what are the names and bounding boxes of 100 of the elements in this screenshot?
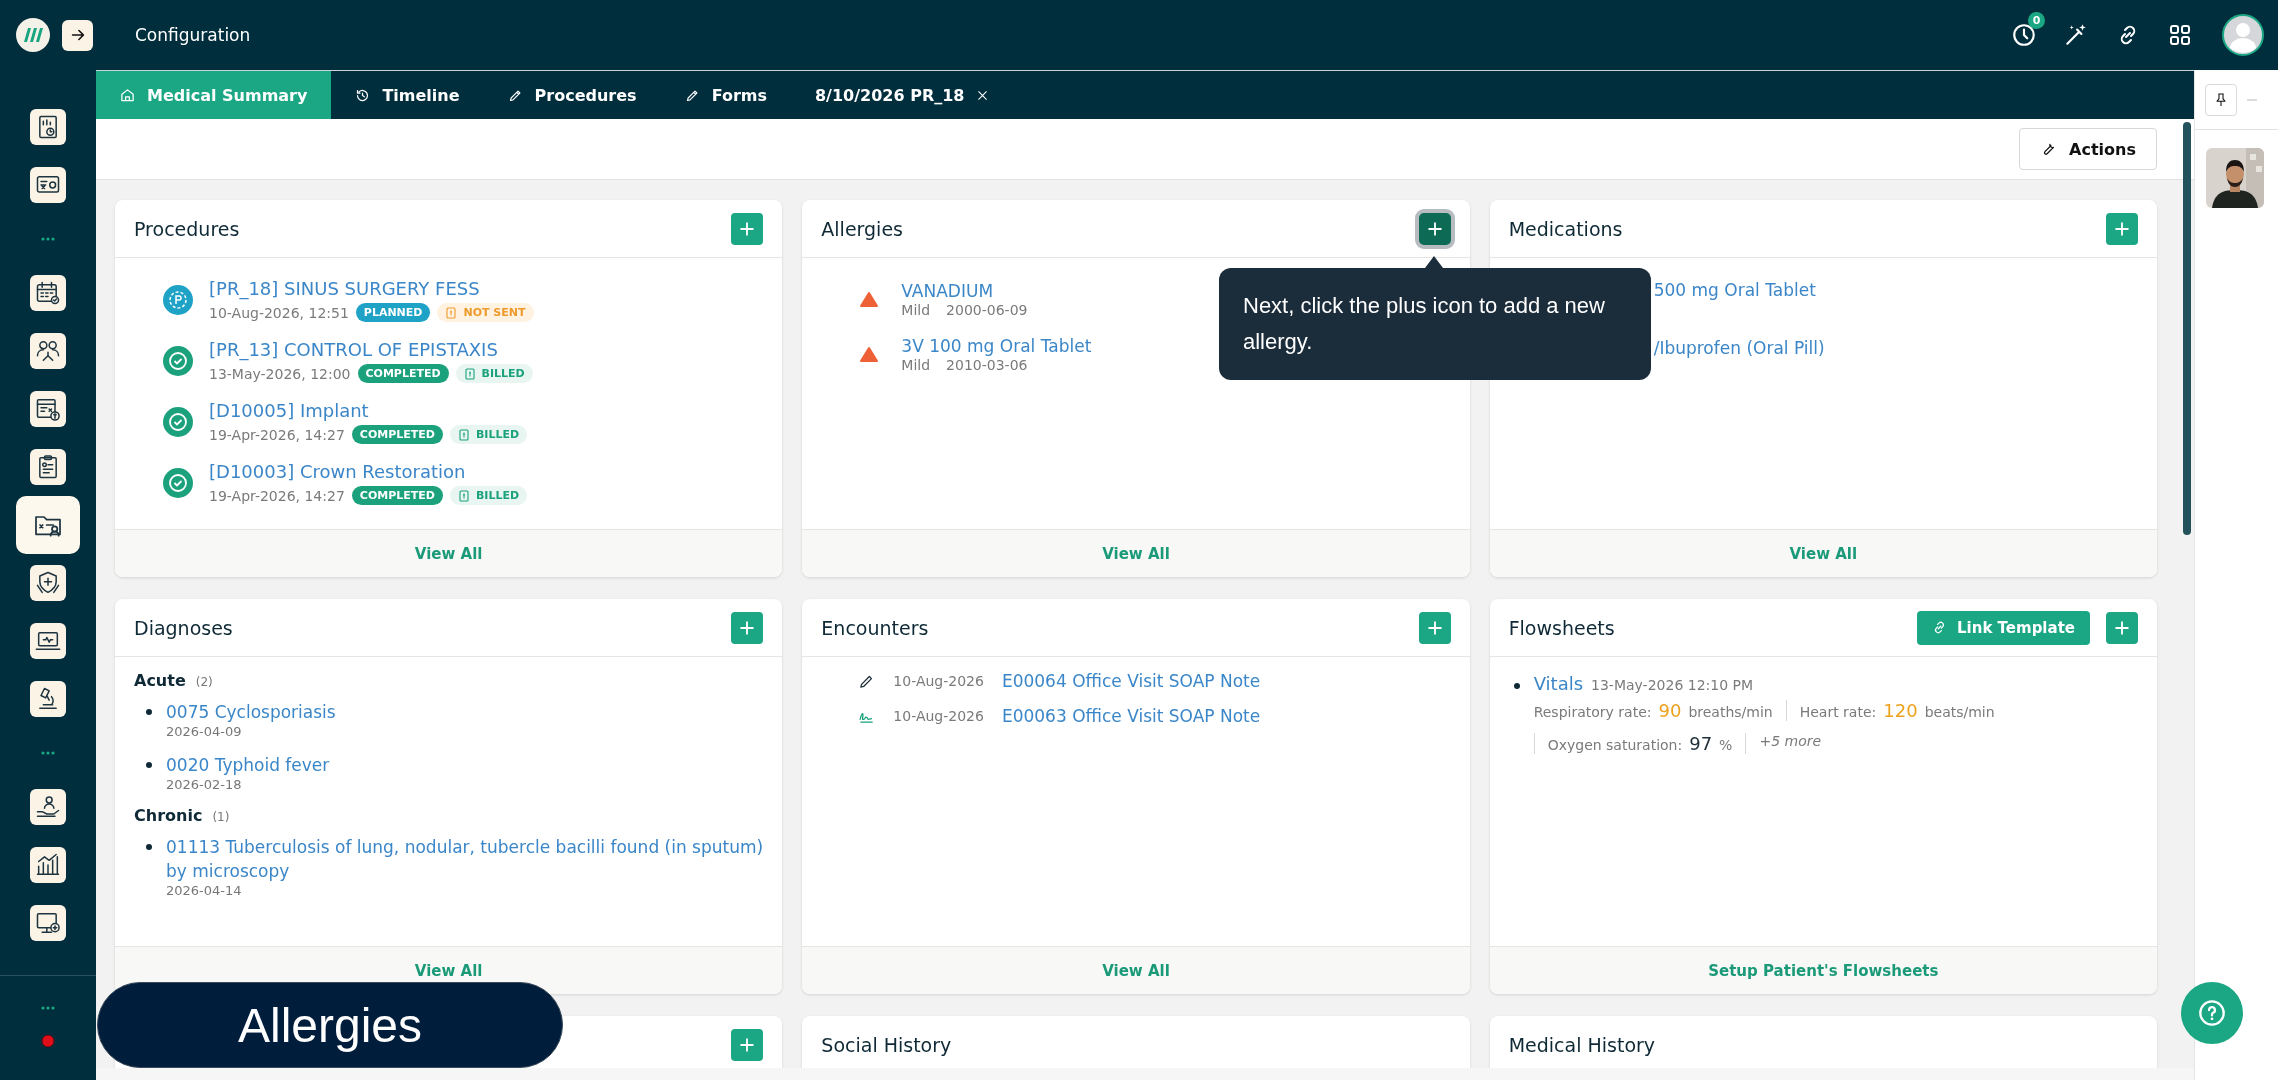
- footer-link[interactable]: View All: [1789, 544, 1858, 563]
- diagnosis-link[interactable]: 0020 Typhoid fever: [166, 753, 330, 777]
- nav-button[interactable]: [30, 681, 66, 717]
- reading-value: 90: [1658, 700, 1682, 721]
- nav-button[interactable]: [16, 496, 80, 554]
- procedure-date: 19-Apr-2026, 14:27: [209, 426, 345, 443]
- receipt-icon: [457, 489, 470, 502]
- encounter-date: 10-Aug-2026: [893, 673, 984, 689]
- diagnosis-date: 2026-02-18: [166, 777, 243, 792]
- group-count: (2): [195, 675, 213, 689]
- reading-unit: beats/min: [1924, 704, 1995, 720]
- nav-button[interactable]: [30, 167, 66, 203]
- pin-icon: [2213, 91, 2229, 108]
- allergy-date: 2000-06-09: [946, 302, 1028, 318]
- card-title: Procedures: [134, 217, 240, 240]
- nav-button[interactable]: [30, 623, 66, 659]
- card-title: Social History: [821, 1033, 952, 1056]
- card-title: Medications: [1508, 217, 1623, 240]
- reading-unit: breaths/min: [1688, 704, 1773, 720]
- add-button[interactable]: [731, 611, 764, 644]
- page-title: Configuration: [135, 25, 251, 45]
- footer-link[interactable]: View All: [414, 544, 483, 563]
- diagnosis-link[interactable]: 0075 Cyclosporiasis: [166, 700, 336, 724]
- history-icon: [355, 87, 371, 103]
- group-title: Chronic: [134, 806, 203, 825]
- nav-button[interactable]: [30, 333, 66, 369]
- procedure-date: 13-May-2026, 12:00: [209, 365, 351, 382]
- footer-link[interactable]: View All: [1102, 961, 1170, 980]
- warning-icon: [860, 290, 879, 308]
- bullet-icon: [146, 844, 152, 850]
- warning-icon: [860, 345, 879, 363]
- add-button[interactable]: [1414, 208, 1455, 249]
- allergy-date: 2010-03-06: [946, 357, 1028, 373]
- medication-link[interactable]: /Ibuprofen (Oral Pill): [1653, 338, 2157, 358]
- reading-unit: %: [1719, 737, 1733, 753]
- tab[interactable]: Procedures: [483, 71, 661, 119]
- allergy-link[interactable]: VANADIUM: [901, 281, 994, 301]
- pin-button[interactable]: [2205, 83, 2237, 116]
- expand-button[interactable]: [62, 19, 93, 51]
- tooltip: Next, click the plus icon to add a new allergy.: [1219, 256, 1651, 380]
- billing-badge: BILLED: [449, 425, 528, 444]
- check-circle-icon: [163, 346, 193, 376]
- nav-button[interactable]: [30, 109, 66, 145]
- procedure-date: 10-Aug-2026, 12:51: [209, 304, 349, 321]
- add-button[interactable]: [731, 212, 764, 245]
- card-title: Flowsheets: [1508, 616, 1615, 639]
- nav-button[interactable]: [30, 391, 66, 427]
- group-count: (1): [212, 810, 230, 824]
- actions-button[interactable]: Actions: [2019, 128, 2157, 170]
- allergy-link[interactable]: 3V 100 mg Oral Tablet: [901, 336, 1092, 356]
- procedure-link[interactable]: [PR_18] SINUS SURGERY FESS: [209, 278, 480, 299]
- diagnosis-link[interactable]: 01113 Tuberculosis of lung, nodular, tubercle bacilli found (in sputum) by microscopy: [166, 835, 764, 883]
- footer-link[interactable]: View All: [1102, 544, 1170, 563]
- nav-button[interactable]: [30, 449, 66, 485]
- footer-link[interactable]: View All: [414, 961, 483, 980]
- add-button[interactable]: [2106, 611, 2138, 644]
- check-circle-icon: [163, 468, 193, 498]
- diagnosis-date: 2026-04-14: [166, 883, 243, 898]
- receipt-icon: [445, 306, 458, 319]
- tab[interactable]: 8/10/2026 PR_18: [791, 71, 1014, 119]
- more-link[interactable]: +5 more: [1745, 733, 1835, 754]
- status-badge: PLANNED: [355, 303, 431, 322]
- planned-status-icon: [163, 285, 193, 315]
- footer-link[interactable]: Setup Patient's Flowsheets: [1708, 961, 1939, 980]
- group-title: Acute: [134, 671, 186, 690]
- add-button[interactable]: [2105, 212, 2138, 245]
- history-button[interactable]: 0: [1998, 15, 2050, 55]
- clock-icon: [2011, 22, 2037, 48]
- procedure-link[interactable]: [D10005] Implant: [209, 400, 369, 421]
- billing-badge: BILLED: [455, 364, 533, 383]
- encounter-date: 10-Aug-2026: [893, 708, 984, 724]
- link-template-button[interactable]: Link Template: [1917, 610, 2090, 645]
- encounter-link[interactable]: E00064 Office Visit SOAP Note: [1001, 671, 1261, 691]
- tooltip-arrow: [1425, 256, 1443, 268]
- close-icon[interactable]: [976, 88, 990, 102]
- billing-badge: NOT SENT: [437, 303, 534, 322]
- tab[interactable]: Timeline: [331, 71, 484, 119]
- encounter-link[interactable]: E00063 Office Visit SOAP Note: [1001, 706, 1261, 726]
- card-title: Diagnoses: [134, 616, 233, 639]
- avatar-icon[interactable]: [2222, 14, 2264, 56]
- flowsheet-link[interactable]: Vitals: [1533, 673, 1584, 694]
- allergy-severity: Mild: [901, 302, 931, 318]
- add-button[interactable]: [731, 1028, 764, 1061]
- nav-button[interactable]: [30, 565, 66, 601]
- allergy-severity: Mild: [901, 357, 931, 373]
- reading-label: Oxygen saturation:: [1547, 737, 1683, 753]
- tab[interactable]: Forms: [660, 71, 791, 119]
- procedure-link[interactable]: [PR_13] CONTROL OF EPISTAXIS: [209, 339, 498, 360]
- nav-button[interactable]: [30, 789, 66, 825]
- nav-button[interactable]: [30, 275, 66, 311]
- procedure-link[interactable]: [D10003] Crown Restoration: [209, 461, 466, 482]
- medication-link[interactable]: 500 mg Oral Tablet: [1653, 280, 2157, 300]
- nav-button[interactable]: [30, 847, 66, 883]
- more-icon: [41, 751, 55, 755]
- scrollbar[interactable]: [2183, 122, 2191, 535]
- tab[interactable]: Medical Summary: [96, 71, 332, 119]
- add-button[interactable]: [1418, 611, 1451, 644]
- diagnosis-date: 2026-04-09: [166, 724, 243, 739]
- nav-button[interactable]: [30, 905, 66, 941]
- card-title: Allergies: [821, 217, 903, 240]
